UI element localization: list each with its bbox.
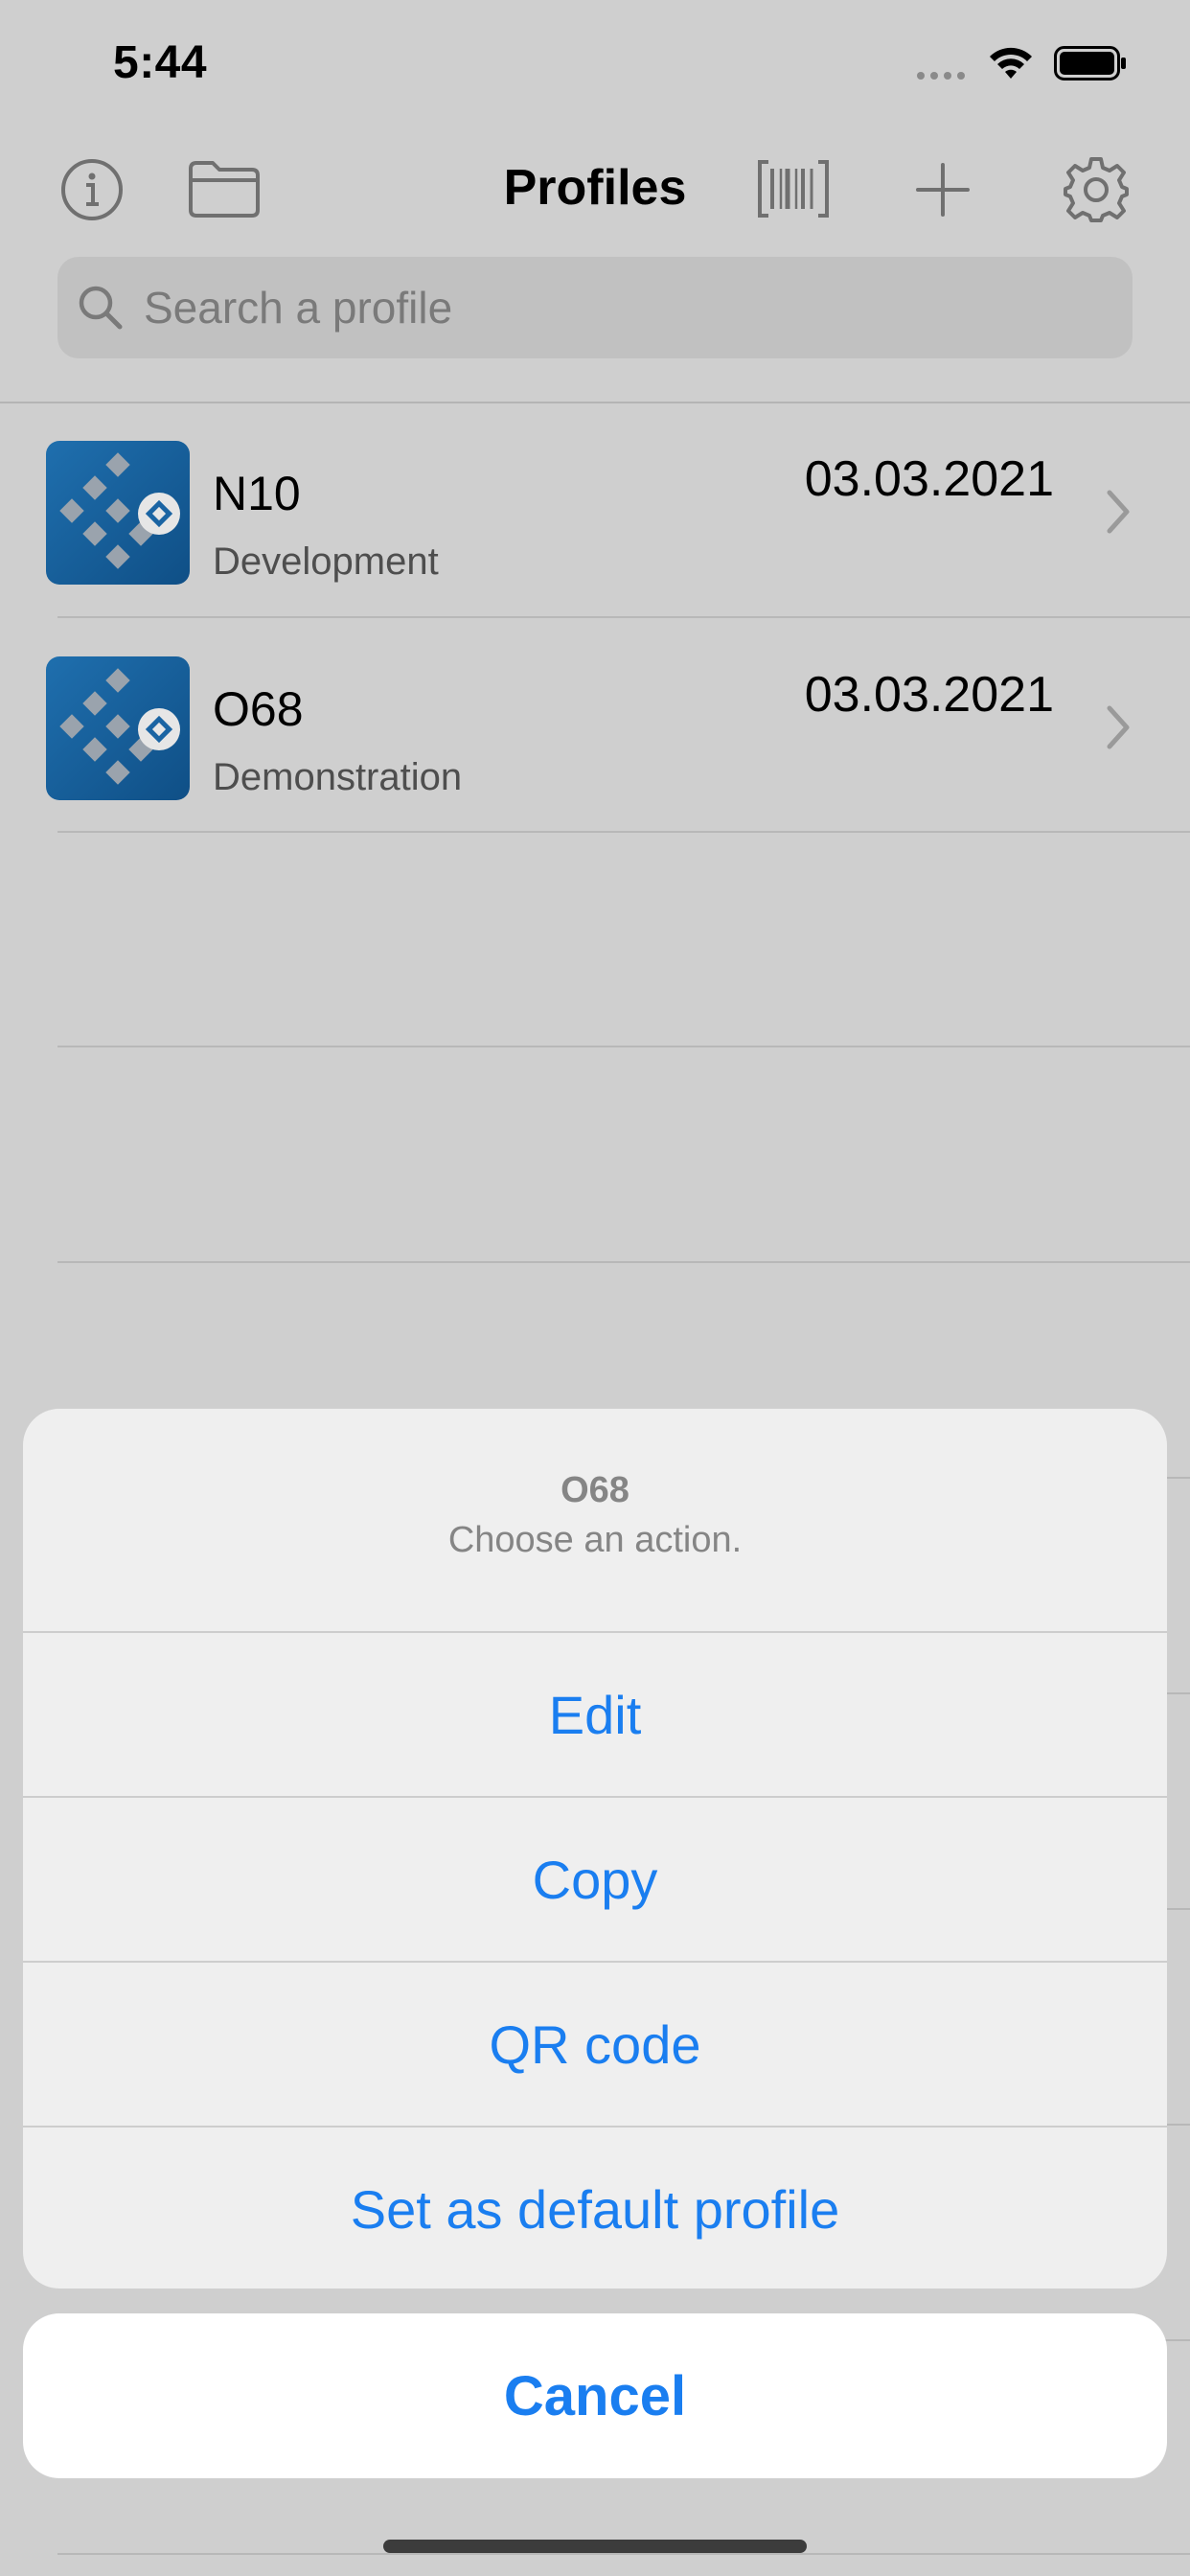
profile-row-o68[interactable]: O68 Demonstration 03.03.2021 bbox=[0, 618, 1190, 833]
search-icon bbox=[79, 286, 123, 330]
status-time: 5:44 bbox=[113, 37, 208, 88]
set-default-profile-button[interactable]: Set as default profile bbox=[23, 2128, 1167, 2288]
row-divider bbox=[57, 831, 1190, 833]
profile-date: 03.03.2021 bbox=[804, 451, 1054, 507]
profile-subtitle: Development bbox=[213, 540, 439, 583]
chevron-right-icon bbox=[1107, 490, 1130, 534]
profile-logo-icon bbox=[46, 441, 190, 585]
row-divider bbox=[57, 1261, 1190, 1263]
battery-icon bbox=[1054, 46, 1126, 80]
cellular-signal-icon bbox=[917, 72, 965, 80]
action-sheet: O68 Choose an action. Edit Copy QR code … bbox=[23, 1409, 1167, 2288]
edit-button[interactable]: Edit bbox=[23, 1633, 1167, 1796]
profile-logo-icon bbox=[46, 656, 190, 800]
action-sheet-title: O68 bbox=[561, 1470, 629, 1510]
qr-code-button[interactable]: QR code bbox=[23, 1963, 1167, 2126]
home-indicator bbox=[383, 2540, 807, 2553]
row-divider bbox=[57, 2553, 1190, 2555]
profile-subtitle: Demonstration bbox=[213, 756, 463, 798]
row-divider bbox=[57, 1046, 1190, 1047]
search-input[interactable] bbox=[144, 257, 1102, 358]
copy-button[interactable]: Copy bbox=[23, 1798, 1167, 1961]
profile-name: O68 bbox=[213, 682, 304, 736]
profile-name: N10 bbox=[213, 467, 301, 520]
wifi-icon bbox=[990, 47, 1032, 79]
profile-date: 03.03.2021 bbox=[804, 667, 1054, 723]
page-title: Profiles bbox=[503, 160, 687, 216]
profile-row-n10[interactable]: N10 Development 03.03.2021 bbox=[0, 402, 1190, 617]
cancel-button[interactable]: Cancel bbox=[23, 2313, 1167, 2478]
barcode-scan-icon[interactable] bbox=[757, 159, 830, 218]
chevron-right-icon bbox=[1107, 705, 1130, 749]
gear-icon[interactable] bbox=[1062, 155, 1131, 224]
plus-icon[interactable] bbox=[916, 163, 970, 217]
action-sheet-message: Choose an action. bbox=[447, 1520, 743, 1560]
